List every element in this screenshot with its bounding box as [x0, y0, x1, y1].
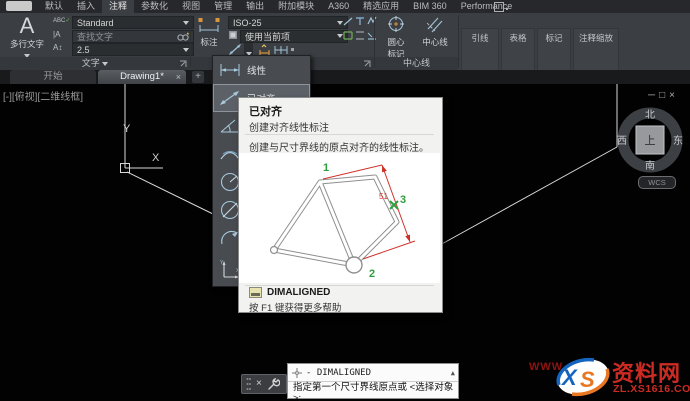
- leader-panel-label: 引线: [471, 33, 489, 43]
- annotation-scaling-panel-label: 注释缩放: [578, 33, 613, 43]
- ribbon: A 多行文字 ABC✓ |A A↕ Standard 查找文字 2.5 文字 标…: [0, 13, 690, 82]
- ucs-y-label: Y: [123, 123, 131, 135]
- center-mark-label-1: 圆心: [387, 37, 405, 47]
- command-close-icon[interactable]: ×: [256, 375, 262, 393]
- svg-text:X: X: [560, 365, 578, 390]
- continue-dim-caret[interactable]: [291, 48, 294, 51]
- svg-text:2: 2: [369, 268, 375, 280]
- text-style-combo[interactable]: Standard: [72, 16, 194, 29]
- ribbon-tab-view[interactable]: 视图: [175, 0, 207, 13]
- binoculars-icon: [177, 32, 189, 41]
- command-history-arrow[interactable]: ▲: [451, 369, 455, 377]
- tooltip-command-name: DIMALIGNED: [267, 287, 331, 298]
- dim-break-icon[interactable]: [343, 16, 377, 27]
- table-panel-label: 表格: [509, 33, 527, 43]
- ribbon-tab-output[interactable]: 输出: [239, 0, 271, 13]
- menu-item-linear[interactable]: 线性: [213, 56, 310, 84]
- grip-dots-icon: [246, 378, 251, 390]
- tooltip-subtitle: 创建对齐线性标注: [249, 123, 329, 134]
- centerline-button[interactable]: 中心线: [416, 15, 454, 48]
- dimension-button-label: 标注: [200, 37, 218, 47]
- quick-access-stub[interactable]: [6, 1, 32, 11]
- viewcube[interactable]: 上 北 南 西 东: [616, 106, 684, 174]
- text-height-icon: A↕: [53, 43, 63, 52]
- dim-panel-launcher-icon[interactable]: [363, 60, 371, 68]
- center-mark-icon: [388, 16, 404, 32]
- command-prompt-row[interactable]: 指定第一个尺寸界线原点或 <选择对象>:: [288, 381, 458, 401]
- center-mark-button[interactable]: 圆心 标记: [378, 15, 414, 60]
- ribbon-tab-default[interactable]: 默认: [38, 0, 70, 13]
- command-window-grip[interactable]: ×: [241, 374, 287, 394]
- dim-value-text: 51: [379, 192, 388, 201]
- bike-illustration: 51 1 2 3: [239, 153, 440, 283]
- ribbon-tab-annotate[interactable]: 注释: [102, 0, 135, 13]
- ribbon-tab-a360[interactable]: A360: [321, 0, 356, 13]
- dimension-icon: [198, 18, 220, 32]
- new-drawing-button[interactable]: +: [192, 71, 204, 83]
- text-panel-launcher-icon[interactable]: [179, 60, 187, 68]
- centerline-label: 中心线: [422, 37, 448, 47]
- file-tab-drawing1[interactable]: Drawing1* ×: [98, 70, 186, 84]
- dim-layer-icon: [229, 31, 237, 39]
- wrench-icon[interactable]: [267, 377, 280, 391]
- close-icon[interactable]: ×: [669, 90, 675, 102]
- bottom-bracket: [345, 256, 363, 274]
- text-height-combo[interactable]: 2.5: [72, 43, 194, 56]
- viewport-controls[interactable]: [-][俯视][二维线框]: [3, 88, 83, 103]
- viewcube-north[interactable]: 北: [645, 109, 655, 121]
- command-window[interactable]: - DIMALIGNED ▲ 指定第一个尺寸界线原点或 <选择对象>:: [287, 363, 459, 401]
- svg-text:3: 3: [400, 194, 406, 206]
- viewport-window-controls: ─ □ ×: [648, 90, 690, 102]
- ribbon-tab-bim360[interactable]: BIM 360: [406, 0, 454, 13]
- spell-check-icon[interactable]: ABC✓: [53, 16, 70, 26]
- svg-text:S: S: [580, 367, 595, 392]
- tooltip-help-hint: 按 F1 键获得更多帮助: [249, 303, 342, 314]
- ribbon-tab-parametric[interactable]: 参数化: [134, 0, 175, 13]
- dim-inspect-icon[interactable]: [343, 30, 377, 41]
- file-tab-start[interactable]: 开始: [10, 70, 96, 84]
- dimension-button[interactable]: 标注: [193, 15, 225, 48]
- file-tab-close-icon[interactable]: ×: [176, 70, 181, 84]
- text-panel-label[interactable]: 文字: [0, 57, 190, 70]
- centerline-icon: [426, 17, 443, 33]
- viewcube-south[interactable]: 南: [645, 159, 655, 172]
- dim-style-combo[interactable]: ISO-25: [228, 16, 348, 29]
- dim-layer-combo[interactable]: 使用当前项: [240, 29, 348, 43]
- ribbon-tab-insert[interactable]: 插入: [70, 0, 102, 13]
- watermark-url: ZL.XS1616.COM: [613, 383, 690, 395]
- viewcube-west[interactable]: 西: [617, 136, 627, 147]
- tooltip-title: 已对齐: [249, 106, 282, 118]
- find-text-field[interactable]: 查找文字: [72, 29, 194, 43]
- text-align-icon[interactable]: |A: [53, 30, 60, 40]
- mtext-label: 多行文字: [9, 39, 44, 49]
- tooltip-description: 创建与尺寸界线的原点对齐的线性标注。: [249, 143, 429, 154]
- ribbon-tab-addins[interactable]: 附加模块: [271, 0, 321, 13]
- command-prompt: 指定第一个尺寸界线原点或 <选择对象>:: [293, 381, 454, 401]
- file-tab-bar: 开始 Drawing1* × +: [0, 70, 690, 84]
- xs-logo: X S: [556, 357, 610, 397]
- command-icon: [249, 287, 262, 298]
- restore-icon[interactable]: □: [659, 90, 665, 102]
- viewcube-east[interactable]: 东: [673, 134, 683, 147]
- mtext-button[interactable]: A 多行文字: [4, 15, 50, 60]
- minimize-icon[interactable]: ─: [648, 90, 655, 102]
- ribbon-tab-manage[interactable]: 管理: [207, 0, 239, 13]
- aligned-command-tooltip: 已对齐 创建对齐线性标注 创建与尺寸界线的原点对齐的线性标注。 51 1 2 3…: [238, 97, 443, 314]
- ucs-x-label: X: [152, 152, 160, 164]
- centerline-panel-label[interactable]: 中心线: [375, 57, 458, 70]
- autocad-window: 默认 插入 注释 参数化 视图 管理 输出 附加模块 A360 精选应用 BIM…: [0, 0, 690, 401]
- wcs-button[interactable]: WCS: [638, 176, 676, 189]
- ribbon-tab-bar: 默认 插入 注释 参数化 视图 管理 输出 附加模块 A360 精选应用 BIM…: [0, 0, 690, 13]
- ribbon-tab-featured-apps[interactable]: 精选应用: [356, 0, 406, 13]
- viewcube-top-label: 上: [645, 134, 656, 147]
- watermark: WWW X S 资料网 ZL.XS1616.COM: [526, 355, 690, 401]
- switch-windows-icon[interactable]: [494, 2, 512, 12]
- svg-text:1: 1: [323, 162, 329, 174]
- markup-panel-label: 标记: [545, 33, 563, 43]
- crosshair-icon: [292, 367, 302, 378]
- linear-dim-icon: [220, 64, 240, 76]
- command-echo: - DIMALIGNED: [306, 367, 372, 378]
- mtext-icon: A: [19, 13, 35, 38]
